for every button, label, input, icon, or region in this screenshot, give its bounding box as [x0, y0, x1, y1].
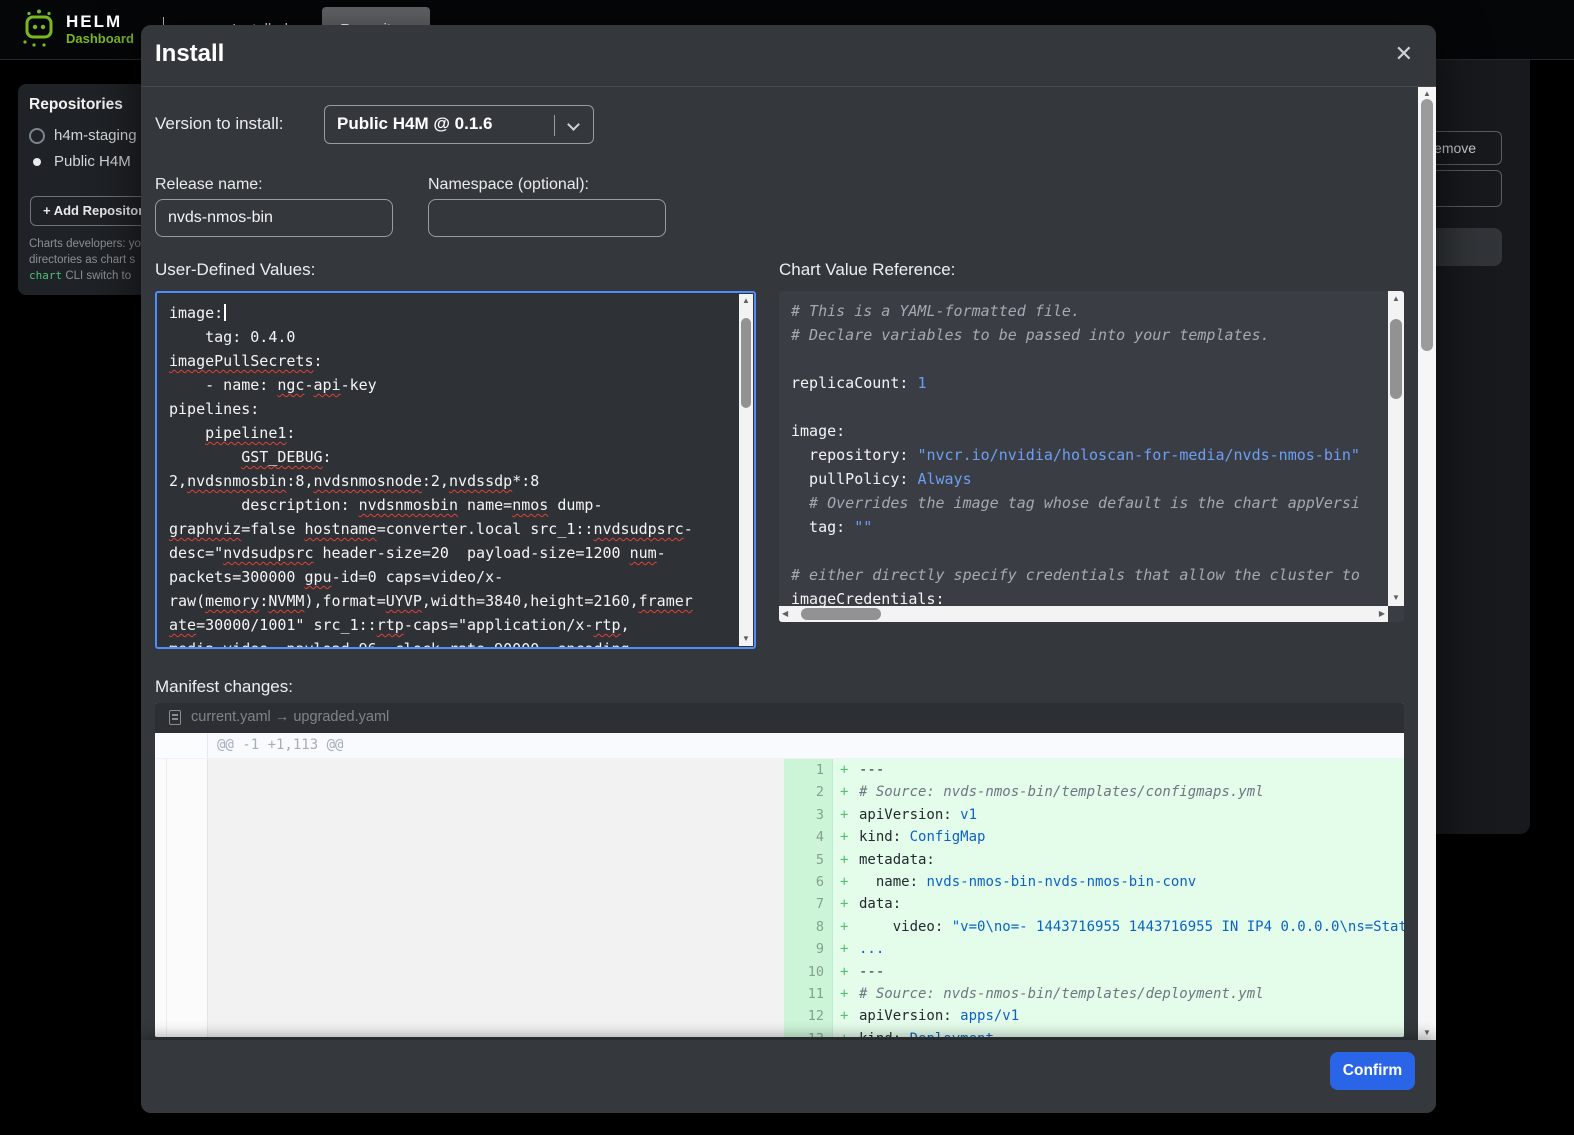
install-modal: Install ✕ Version to install: Public H4M… [141, 25, 1436, 1113]
version-label: Version to install: [155, 114, 284, 134]
cvr-vertical-scrollbar[interactable]: ▲ ▼ [1388, 291, 1404, 606]
modal-footer: Confirm [141, 1040, 1436, 1113]
user-defined-values-editor[interactable]: image: tag: 0.4.0imagePullSecrets: - nam… [155, 291, 756, 649]
brand-text: HELM Dashboard [66, 12, 134, 46]
diff-row: 4+kind: ConfigMap [155, 826, 1404, 848]
diff-hunk-header: @@ -1 +1,113 @@ [217, 737, 343, 753]
repo-label: h4m-staging [54, 127, 137, 144]
diff-row: 3+apiVersion: v1 [155, 804, 1404, 826]
namespace-input[interactable] [428, 199, 666, 237]
diff-row: 11+# Source: nvds-nmos-bin/templates/dep… [155, 983, 1404, 1005]
version-select[interactable]: Public H4M @ 0.1.6 [324, 105, 594, 144]
manifest-changes-heading: Manifest changes: [155, 677, 293, 697]
diff-file-header: current.yaml → upgraded.yaml [155, 703, 1404, 733]
repositories-title: Repositories [29, 96, 123, 114]
diff-row: 2+# Source: nvds-nmos-bin/templates/conf… [155, 781, 1404, 803]
helm-robot-icon [20, 8, 58, 50]
diff-row: 5+metadata: [155, 849, 1404, 871]
diff-row: 1+--- [155, 759, 1404, 781]
brand-dashboard: Dashboard [66, 31, 134, 46]
diff-row: 13+kind: Deployment [155, 1028, 1404, 1037]
repo-option-public-h4m[interactable]: Public H4M [29, 153, 131, 170]
chart-reference-content: # This is a YAML-formatted file.# Declar… [779, 291, 1360, 611]
modal-header-divider [141, 86, 1436, 87]
file-icon [169, 710, 181, 725]
diff-rows: 1+---2+# Source: nvds-nmos-bin/templates… [155, 759, 1404, 1037]
namespace-label: Namespace (optional): [428, 176, 589, 194]
diff-row: 9+... [155, 938, 1404, 960]
editor-content[interactable]: image: tag: 0.4.0imagePullSecrets: - nam… [157, 293, 738, 649]
editor-scrollbar[interactable]: ▲ ▼ [739, 294, 753, 646]
manifest-diff-panel: current.yaml → upgraded.yaml @@ -1 +1,11… [155, 703, 1404, 1037]
repo-label: Public H4M [54, 153, 131, 170]
diff-file-names: current.yaml → upgraded.yaml [191, 709, 389, 725]
radio-selected-icon[interactable] [29, 154, 45, 170]
diff-hunk-row: @@ -1 +1,113 @@ [155, 733, 1404, 759]
diff-row: 7+data: [155, 893, 1404, 915]
chevron-down-icon [567, 118, 580, 131]
brand-helm: HELM [66, 12, 134, 31]
chart-code-text: chart [29, 269, 62, 282]
confirm-button[interactable]: Confirm [1330, 1052, 1415, 1090]
modal-scrollbar[interactable]: ▲ ▼ [1418, 87, 1436, 1040]
cvr-horizontal-scrollbar[interactable]: ◀ ▶ [779, 606, 1388, 622]
chart-value-reference-heading: Chart Value Reference: [779, 260, 955, 280]
radio-unselected-icon[interactable] [29, 128, 45, 144]
diff-row: 12+apiVersion: apps/v1 [155, 1005, 1404, 1027]
repo-option-h4m-staging[interactable]: h4m-staging [29, 127, 137, 144]
select-divider [554, 115, 555, 136]
diff-row: 10+--- [155, 961, 1404, 983]
app-root: HELM Dashboard Installed Repository NVID… [0, 0, 1574, 1135]
release-name-label: Release name: [155, 176, 263, 194]
close-icon[interactable]: ✕ [1395, 43, 1413, 65]
version-selected-value: Public H4M @ 0.1.6 [337, 114, 492, 134]
diff-row: 8+ video: "v=0\no=- 1443716955 144371695… [155, 916, 1404, 938]
release-name-input[interactable]: nvds-nmos-bin [155, 199, 393, 237]
chart-value-reference-panel: # This is a YAML-formatted file.# Declar… [779, 291, 1404, 622]
modal-title: Install [155, 40, 224, 68]
diff-row: 6+ name: nvds-nmos-bin-nvds-nmos-bin-con… [155, 871, 1404, 893]
user-defined-values-heading: User-Defined Values: [155, 260, 315, 280]
helm-dashboard-logo[interactable]: HELM Dashboard [20, 8, 134, 50]
